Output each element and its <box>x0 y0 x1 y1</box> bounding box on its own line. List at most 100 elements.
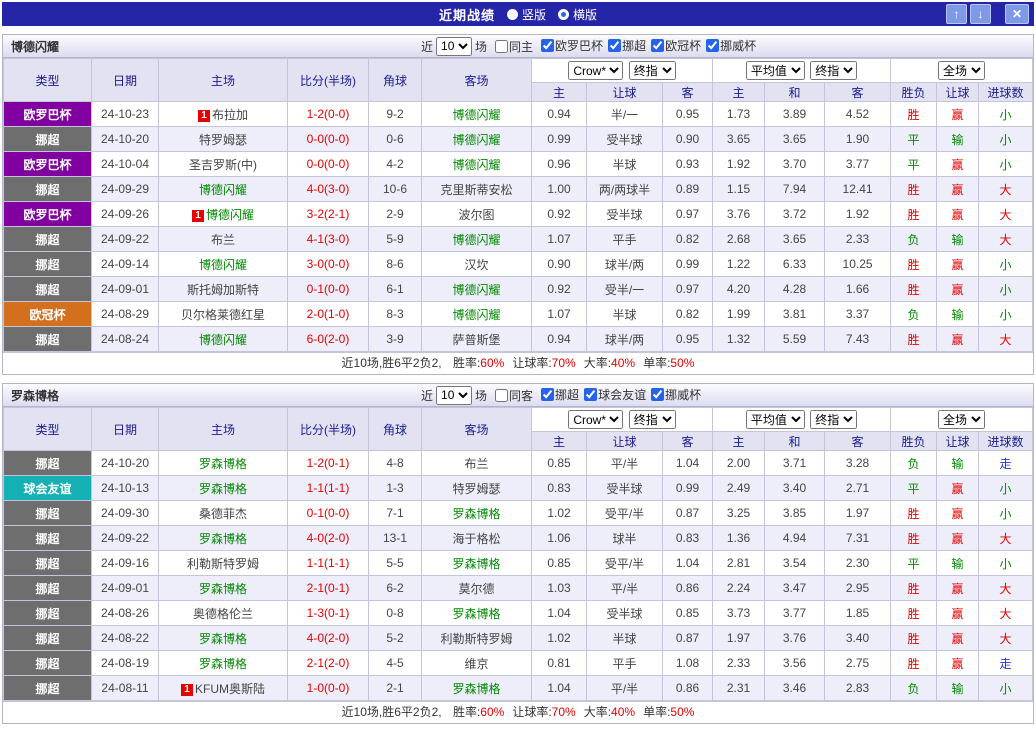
close-button[interactable]: ✕ <box>1005 4 1029 24</box>
away-team-cell[interactable]: 利勒斯特罗姆 <box>421 625 532 651</box>
score-cell[interactable]: 4-0(2-0) <box>287 625 369 651</box>
home-team-cell[interactable]: 博德闪耀 <box>158 176 288 202</box>
home-team-cell[interactable]: 罗森博格 <box>158 625 288 651</box>
stat-label: 单率: <box>643 705 671 719</box>
away-team-cell[interactable]: 博德闪耀 <box>421 226 532 252</box>
score-cell[interactable]: 1-2(0-1) <box>287 450 369 476</box>
result-scope-select[interactable]: 全场 <box>938 61 986 80</box>
europe-odds-source-select[interactable]: 平均值 <box>745 61 805 80</box>
score-cell[interactable]: 3-2(2-1) <box>287 201 369 227</box>
score-cell[interactable]: 1-3(0-1) <box>287 600 369 626</box>
score-cell[interactable]: 1-2(0-0) <box>287 101 369 127</box>
home-team-cell[interactable]: 博德闪耀 <box>158 251 288 277</box>
away-team-cell[interactable]: 波尔图 <box>421 201 532 227</box>
away-team-cell[interactable]: 罗森博格 <box>421 675 532 701</box>
result-scope-select[interactable]: 全场 <box>938 410 986 429</box>
home-team-cell[interactable]: 1 KFUM奥斯陆 <box>158 675 288 701</box>
home-team-cell[interactable]: 罗森博格 <box>158 525 288 551</box>
same-venue-checkbox[interactable] <box>495 388 509 402</box>
league-filter-checkbox[interactable] <box>651 39 665 52</box>
asia-odds-source-select[interactable]: Crow* <box>568 410 624 429</box>
home-team-cell[interactable]: 博德闪耀 <box>158 326 288 352</box>
league-filter-挪威杯[interactable]: 挪威杯 <box>651 386 701 403</box>
europe-odds-time-select[interactable]: 终指 <box>810 410 858 429</box>
league-filter-欧冠杯[interactable]: 欧冠杯 <box>651 37 701 54</box>
away-team-cell[interactable]: 特罗姆瑟 <box>421 475 532 501</box>
league-filter-挪威杯[interactable]: 挪威杯 <box>706 37 756 54</box>
league-filter-checkbox[interactable] <box>584 388 598 401</box>
league-filter-checkbox[interactable] <box>541 39 555 52</box>
radio-circle-icon[interactable] <box>558 8 569 20</box>
away-team-cell[interactable]: 博德闪耀 <box>421 276 532 302</box>
away-team-cell[interactable]: 罗森博格 <box>421 500 532 526</box>
away-team-cell[interactable]: 海于格松 <box>421 525 532 551</box>
away-team-cell[interactable]: 汉坎 <box>421 251 532 277</box>
away-team-cell[interactable]: 博德闪耀 <box>421 301 532 327</box>
asia-odds-time-select[interactable]: 终指 <box>628 61 676 80</box>
league-filter-球会友谊[interactable]: 球会友谊 <box>584 386 646 403</box>
away-team-cell[interactable]: 罗森博格 <box>421 600 532 626</box>
score-cell[interactable]: 0-0(0-0) <box>287 151 369 177</box>
league-filter-挪超[interactable]: 挪超 <box>608 37 646 54</box>
match-count-select[interactable]: 10 <box>436 385 473 405</box>
away-team-cell[interactable]: 罗森博格 <box>421 550 532 576</box>
score-cell[interactable]: 0-1(0-0) <box>287 276 369 302</box>
score-cell[interactable]: 1-0(0-0) <box>287 675 369 701</box>
same-venue-checkbox[interactable] <box>495 39 509 53</box>
home-team-cell[interactable]: 1 布拉加 <box>158 101 288 127</box>
home-team-cell[interactable]: 贝尔格莱德红星 <box>158 301 288 327</box>
scroll-up-button[interactable]: ↑ <box>946 4 967 24</box>
league-filter-checkbox[interactable] <box>706 39 720 52</box>
home-team-cell[interactable]: 奥德格伦兰 <box>158 600 288 626</box>
same-venue-filter[interactable]: 同主 <box>495 38 533 55</box>
home-team-cell[interactable]: 罗森博格 <box>158 450 288 476</box>
score-cell[interactable]: 2-1(2-0) <box>287 650 369 676</box>
home-team-cell[interactable]: 罗森博格 <box>158 575 288 601</box>
home-team-cell[interactable]: 利勒斯特罗姆 <box>158 550 288 576</box>
league-filter-欧罗巴杯[interactable]: 欧罗巴杯 <box>541 37 603 54</box>
europe-home-cell: 1.73 <box>712 101 766 127</box>
score-cell[interactable]: 1-1(1-1) <box>287 475 369 501</box>
home-team-cell[interactable]: 罗森博格 <box>158 650 288 676</box>
date-cell: 24-08-26 <box>91 600 159 626</box>
home-team-cell[interactable]: 斯托姆加斯特 <box>158 276 288 302</box>
away-team-cell[interactable]: 克里斯蒂安松 <box>421 176 532 202</box>
home-team-cell[interactable]: 特罗姆瑟 <box>158 126 288 152</box>
away-team-cell[interactable]: 博德闪耀 <box>421 151 532 177</box>
layout-radio-vertical[interactable]: 竖版 <box>506 6 546 23</box>
match-count-select[interactable]: 10 <box>436 36 473 56</box>
score-cell[interactable]: 6-0(2-0) <box>287 326 369 352</box>
away-team-cell[interactable]: 博德闪耀 <box>421 126 532 152</box>
europe-odds-source-select[interactable]: 平均值 <box>745 410 805 429</box>
asia-odds-source-select[interactable]: Crow* <box>568 61 624 80</box>
home-team-cell[interactable]: 桑德菲杰 <box>158 500 288 526</box>
layout-radio-horizontal[interactable]: 横版 <box>558 6 597 23</box>
away-team-cell[interactable]: 莫尔德 <box>421 575 532 601</box>
radio-circle-icon[interactable] <box>506 8 518 20</box>
score-cell[interactable]: 3-0(0-0) <box>287 251 369 277</box>
home-team-cell[interactable]: 罗森博格 <box>158 475 288 501</box>
same-venue-filter[interactable]: 同客 <box>495 387 533 404</box>
away-team-cell[interactable]: 维京 <box>421 650 532 676</box>
score-cell[interactable]: 4-0(2-0) <box>287 525 369 551</box>
score-cell[interactable]: 2-0(1-0) <box>287 301 369 327</box>
league-filter-挪超[interactable]: 挪超 <box>541 386 579 403</box>
away-team-cell[interactable]: 布兰 <box>421 450 532 476</box>
europe-odds-time-select[interactable]: 终指 <box>810 61 858 80</box>
league-filter-checkbox[interactable] <box>608 39 622 52</box>
score-cell[interactable]: 1-1(1-1) <box>287 550 369 576</box>
score-cell[interactable]: 4-1(3-0) <box>287 226 369 252</box>
home-team-cell[interactable]: 圣吉罗斯(中) <box>158 151 288 177</box>
league-filter-checkbox[interactable] <box>541 388 555 401</box>
score-cell[interactable]: 2-1(0-1) <box>287 575 369 601</box>
home-team-cell[interactable]: 布兰 <box>158 226 288 252</box>
scroll-down-button[interactable]: ↓ <box>970 4 991 24</box>
away-team-cell[interactable]: 萨普斯堡 <box>421 326 532 352</box>
score-cell[interactable]: 0-0(0-0) <box>287 126 369 152</box>
asia-odds-time-select[interactable]: 终指 <box>628 410 676 429</box>
score-cell[interactable]: 4-0(3-0) <box>287 176 369 202</box>
league-filter-checkbox[interactable] <box>651 388 665 401</box>
score-cell[interactable]: 0-1(0-0) <box>287 500 369 526</box>
home-team-cell[interactable]: 1 博德闪耀 <box>158 201 288 227</box>
away-team-cell[interactable]: 博德闪耀 <box>421 101 532 127</box>
